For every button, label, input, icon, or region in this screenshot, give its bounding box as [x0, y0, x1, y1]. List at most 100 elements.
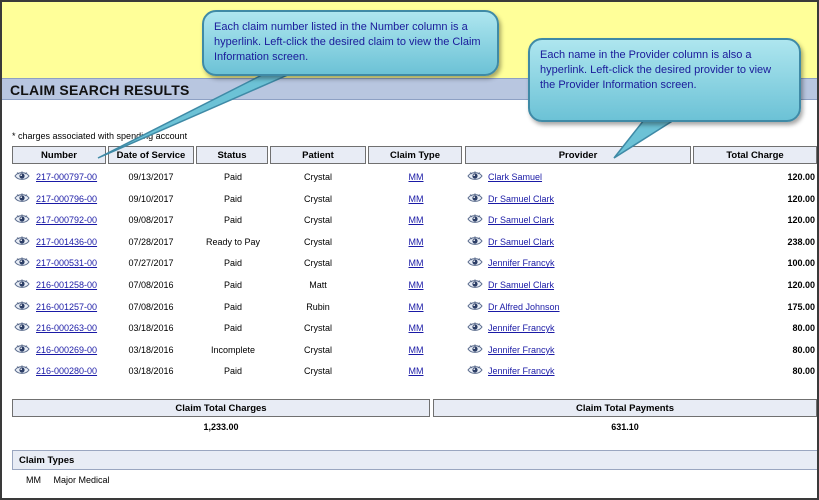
provider-link[interactable]: Dr Samuel Clark	[488, 194, 554, 204]
eye-icon[interactable]	[14, 343, 30, 355]
eye-icon[interactable]	[14, 300, 30, 312]
date-of-service-cell: 09/13/2017	[128, 172, 174, 182]
provider-link[interactable]: Dr Samuel Clark	[488, 237, 554, 247]
status-cell: Paid	[223, 280, 242, 290]
column-header-provider[interactable]: Provider	[465, 146, 691, 164]
provider-link[interactable]: Jennifer Francyk	[488, 345, 555, 355]
eye-icon[interactable]	[14, 364, 30, 376]
page-title: CLAIM SEARCH RESULTS	[10, 82, 190, 98]
status-cell: Paid	[223, 323, 242, 334]
patient-cell: Crystal	[303, 366, 332, 377]
claim-type-link[interactable]: MM	[409, 258, 424, 268]
provider-link[interactable]: Jennifer Francyk	[488, 258, 555, 268]
eye-icon[interactable]	[467, 278, 483, 290]
provider-link[interactable]: Dr Alfred Johnson	[488, 302, 560, 312]
provider-link[interactable]: Jennifer Francyk	[488, 366, 555, 376]
claim-number-link[interactable]: 216-000263-00	[36, 323, 97, 333]
date-of-service-cell: 03/18/2016	[128, 344, 174, 355]
claim-type-link[interactable]: MM	[409, 302, 424, 312]
column-header-status[interactable]: Status	[196, 146, 268, 164]
date-of-service-cell: 07/28/2017	[128, 236, 174, 247]
provider-link[interactable]: Dr Samuel Clark	[488, 215, 554, 225]
eye-icon[interactable]	[467, 256, 483, 268]
claim-types-header: Claim Types	[12, 450, 817, 470]
eye-icon[interactable]	[14, 213, 30, 225]
status-cell: Paid	[223, 215, 242, 226]
claim-total-payments-label: Claim Total Payments	[433, 399, 817, 417]
column-header-number[interactable]: Number	[12, 146, 106, 164]
date-of-service-cell: 03/18/2016	[128, 366, 174, 377]
patient-cell: Crystal	[303, 344, 332, 355]
date-of-service-cell: 07/27/2017	[128, 258, 174, 269]
total-charge-cell: 80.00	[792, 323, 815, 334]
claim-number-link[interactable]: 217-000796-00	[36, 194, 97, 204]
claim-number-link[interactable]: 216-001257-00	[36, 302, 97, 312]
table-row: 216-001257-00 07/08/2016 Paid Rubin MM Dr Alf…	[2, 296, 817, 318]
eye-icon[interactable]	[14, 235, 30, 247]
table-row: 216-001258-00 07/08/2016 Paid Matt MM Dr Samu…	[2, 274, 817, 296]
claim-type-link[interactable]: MM	[409, 345, 424, 355]
eye-icon[interactable]	[467, 321, 483, 333]
eye-icon[interactable]	[14, 192, 30, 204]
claim-type-code: MM	[26, 475, 41, 485]
spending-account-note: * charges associated with spending accou…	[12, 131, 188, 141]
claim-number-link[interactable]: 216-000269-00	[36, 345, 97, 355]
claim-types-legend: MM Major Medical	[26, 475, 120, 485]
eye-icon[interactable]	[467, 235, 483, 247]
eye-icon[interactable]	[467, 170, 483, 182]
table-row: 217-000531-00 07/27/2017 Paid Crystal MM Jenn…	[2, 252, 817, 274]
patient-cell: Matt	[309, 280, 327, 290]
patient-cell: Crystal	[303, 323, 332, 334]
total-charge-cell: 238.00	[787, 236, 815, 247]
table-row: 217-000796-00 09/10/2017 Paid Crystal MM Dr S…	[2, 188, 817, 210]
claim-type-link[interactable]: MM	[409, 215, 424, 225]
claim-type-link[interactable]: MM	[409, 280, 424, 290]
claim-number-link[interactable]: 217-000531-00	[36, 258, 97, 268]
eye-icon[interactable]	[14, 256, 30, 268]
date-of-service-cell: 09/08/2017	[128, 215, 174, 226]
total-charge-cell: 120.00	[787, 215, 815, 226]
claim-number-link[interactable]: 216-001258-00	[36, 280, 97, 290]
table-row: 216-000263-00 03/18/2016 Paid Crystal MM Jenn…	[2, 317, 817, 339]
provider-link[interactable]: Dr Samuel Clark	[488, 280, 554, 290]
claim-number-link[interactable]: 217-001436-00	[36, 237, 97, 247]
status-cell: Paid	[223, 301, 242, 312]
column-header-patient[interactable]: Patient	[270, 146, 366, 164]
eye-icon[interactable]	[467, 364, 483, 376]
claim-number-link[interactable]: 217-000797-00	[36, 172, 97, 182]
status-cell: Paid	[223, 172, 242, 182]
claim-type-link[interactable]: MM	[409, 237, 424, 247]
claim-type-link[interactable]: MM	[409, 194, 424, 204]
table-row: 217-001436-00 07/28/2017 Ready to Pay Cryst…	[2, 231, 817, 253]
total-charge-cell: 100.00	[787, 258, 815, 269]
claim-type-link[interactable]: MM	[409, 366, 424, 376]
column-header-date-of-service[interactable]: Date of Service	[108, 146, 194, 164]
eye-icon[interactable]	[467, 213, 483, 225]
eye-icon[interactable]	[467, 343, 483, 355]
total-charge-cell: 120.00	[787, 193, 815, 204]
eye-icon[interactable]	[14, 170, 30, 182]
total-charge-cell: 175.00	[787, 301, 815, 312]
claim-number-link[interactable]: 217-000792-00	[36, 215, 97, 225]
eye-icon[interactable]	[467, 300, 483, 312]
provider-link[interactable]: Jennifer Francyk	[488, 323, 555, 333]
table-row: 217-000797-00 09/13/2017 Paid Crystal MM Clar…	[2, 166, 817, 188]
patient-cell: Crystal	[303, 172, 332, 182]
claim-total-charges-value: 1,233.00	[203, 422, 239, 432]
claim-number-link[interactable]: 216-000280-00	[36, 366, 97, 376]
eye-icon[interactable]	[14, 278, 30, 290]
date-of-service-cell: 07/08/2016	[128, 280, 174, 290]
provider-link[interactable]: Clark Samuel	[488, 172, 542, 182]
claim-type-name: Major Medical	[53, 475, 110, 485]
claim-type-link[interactable]: MM	[409, 172, 424, 182]
eye-icon[interactable]	[467, 192, 483, 204]
total-charge-cell: 80.00	[792, 366, 815, 377]
column-header-claim-type[interactable]: Claim Type	[368, 146, 462, 164]
claim-type-link[interactable]: MM	[409, 323, 424, 333]
total-charge-cell: 120.00	[787, 172, 815, 182]
column-header-total-charge[interactable]: Total Charge	[693, 146, 817, 164]
eye-icon[interactable]	[14, 321, 30, 333]
date-of-service-cell: 07/08/2016	[128, 301, 174, 312]
status-cell: Paid	[223, 366, 242, 377]
number-column-callout: Each claim number listed in the Number c…	[202, 10, 499, 76]
